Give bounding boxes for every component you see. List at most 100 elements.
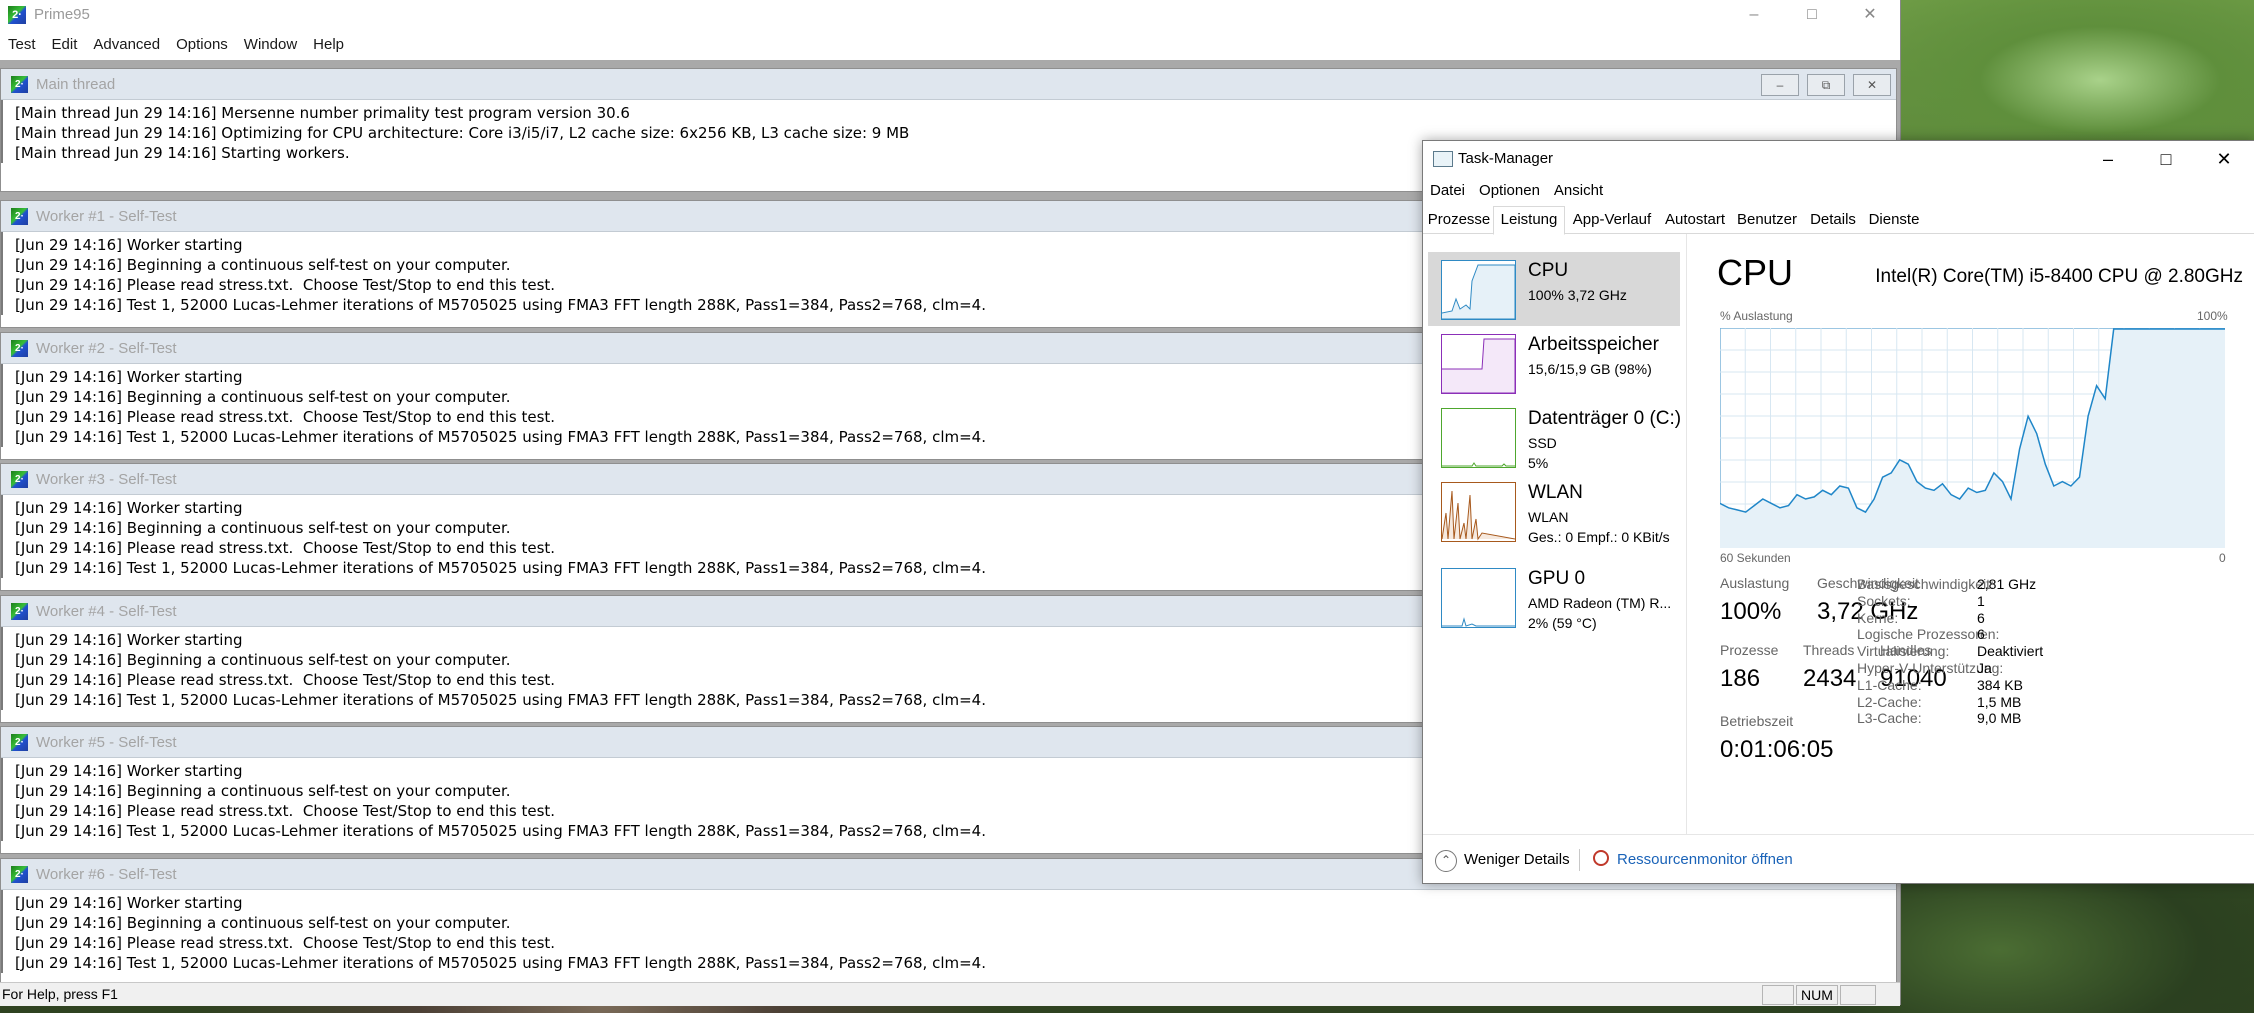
- detail-key: L3-Cache:: [1857, 710, 1922, 727]
- menu-window[interactable]: Window: [236, 30, 305, 60]
- open-resource-monitor-link[interactable]: Ressourcenmonitor öffnen: [1617, 851, 1793, 868]
- main-thread-titlebar[interactable]: 2· Main thread – ⧉ ✕: [1, 69, 1896, 100]
- child-restore-button[interactable]: ⧉: [1807, 74, 1845, 96]
- task-manager-window: Task-Manager – □ ✕ Datei Optionen Ansicht …: [1422, 140, 2254, 884]
- detail-key: L2-Cache:: [1857, 693, 1922, 710]
- detail-value: 1: [1977, 592, 1985, 609]
- footer-separator: [1579, 849, 1580, 871]
- resource-gpu[interactable]: GPU 0 AMD Radeon (TM) R... 2% (59 °C): [1428, 560, 1680, 634]
- menu-help[interactable]: Help: [305, 30, 352, 60]
- cpu-utilization-graph: [1720, 328, 2225, 548]
- detail-value: 1,5 MB: [1977, 693, 2022, 710]
- tab-app-verlauf[interactable]: App-Verlauf: [1565, 207, 1659, 232]
- tab-dienste[interactable]: Dienste: [1863, 207, 1925, 232]
- cpu-heading: CPU: [1717, 252, 1794, 293]
- resource-sub2: Ges.: 0 Empf.: 0 KBit/s: [1528, 529, 1670, 545]
- resource-monitor-icon[interactable]: [1593, 850, 1609, 866]
- menu-ansicht[interactable]: Ansicht: [1547, 177, 1610, 205]
- prime95-menubar: Test Edit Advanced Options Window Help: [0, 30, 1900, 61]
- prime95-title: Prime95: [34, 6, 90, 23]
- stat-value-auslastung: 100%: [1720, 598, 1782, 625]
- child-close-button[interactable]: ✕: [1853, 74, 1891, 96]
- resource-memory[interactable]: Arbeitsspeicher 15,6/15,9 GB (98%): [1428, 326, 1680, 400]
- graph-label-zero: 0: [2219, 551, 2226, 565]
- tm-maximize-button[interactable]: □: [2137, 141, 2195, 177]
- close-button[interactable]: ✕: [1841, 0, 1899, 30]
- menu-optionen[interactable]: Optionen: [1472, 177, 1547, 205]
- detail-value: 6: [1977, 626, 1985, 643]
- log-line: [Main thread Jun 29 14:16] Mersenne numb…: [15, 104, 630, 122]
- prime95-child-icon: 2·: [11, 208, 28, 225]
- detail-value: 9,0 MB: [1977, 710, 2022, 727]
- child-minimize-button[interactable]: –: [1761, 74, 1799, 96]
- task-manager-titlebar[interactable]: Task-Manager – □ ✕: [1423, 141, 2254, 177]
- stat-label-auslastung: Auslastung: [1720, 575, 1790, 591]
- tm-minimize-button[interactable]: –: [2079, 141, 2137, 177]
- resource-sub: AMD Radeon (TM) R...: [1528, 595, 1672, 611]
- resource-sub: SSD: [1528, 435, 1557, 451]
- tab-leistung[interactable]: Leistung: [1493, 206, 1565, 235]
- resource-disk[interactable]: Datenträger 0 (C:) SSD 5%: [1428, 400, 1682, 474]
- resource-sub: 100% 3,72 GHz: [1528, 287, 1627, 303]
- tab-prozesse[interactable]: Prozesse: [1426, 207, 1492, 232]
- graph-label-utilization: % Auslastung: [1720, 309, 1793, 323]
- detail-value: Ja: [1977, 660, 1992, 676]
- wlan-thumbnail-graph: [1441, 482, 1516, 542]
- resource-name: Datenträger 0 (C:): [1528, 408, 1682, 429]
- menu-datei[interactable]: Datei: [1423, 177, 1472, 205]
- tm-footer: ⌃ Weniger Details Ressourcenmonitor öffn…: [1423, 834, 2254, 883]
- menu-options[interactable]: Options: [168, 30, 236, 60]
- detail-value: 384 KB: [1977, 676, 2023, 693]
- prime95-child-icon: 2·: [11, 603, 28, 620]
- resource-sub2: 5%: [1528, 455, 1549, 471]
- tm-close-button[interactable]: ✕: [2195, 141, 2253, 177]
- stat-value-threads: 2434: [1803, 665, 1857, 692]
- stat-value-betriebszeit: 0:01:06:05: [1720, 736, 1834, 763]
- disk-thumbnail-graph: [1441, 408, 1516, 468]
- worker-title: Worker #3 - Self-Test: [36, 471, 177, 488]
- detail-value: 2,81 GHz: [1977, 576, 2037, 592]
- prime95-app-icon: 2·: [8, 6, 26, 24]
- task-manager-title: Task-Manager: [1458, 150, 1554, 167]
- minimize-button[interactable]: –: [1725, 0, 1783, 30]
- tab-autostart[interactable]: Autostart: [1659, 207, 1731, 232]
- resource-cpu[interactable]: CPU 100% 3,72 GHz: [1428, 252, 1680, 326]
- worker-title: Worker #1 - Self-Test: [36, 208, 177, 225]
- log-line: [Jun 29 14:16] Please read stress.txt. C…: [15, 934, 556, 952]
- graph-label-max: 100%: [2197, 309, 2228, 323]
- log-line: [Jun 29 14:16] Test 1, 52000 Lucas-Lehme…: [15, 954, 986, 972]
- graph-label-time: 60 Sekunden: [1720, 551, 1791, 565]
- worker-title: Worker #6 - Self-Test: [36, 866, 177, 883]
- worker-title: Worker #2 - Self-Test: [36, 340, 177, 357]
- resource-name: Arbeitsspeicher: [1528, 334, 1659, 355]
- prime95-child-icon: 2·: [11, 866, 28, 883]
- detail-key: Basisgeschwindigkeit:: [1857, 576, 1994, 592]
- stat-label-betriebszeit: Betriebszeit: [1720, 713, 1794, 729]
- resource-name: WLAN: [1528, 482, 1583, 503]
- tm-tab-strip: Prozesse Leistung App-Verlauf Autostart …: [1423, 205, 2254, 235]
- cpu-performance-panel: CPU Intel(R) Core(TM) i5-8400 CPU @ 2.80…: [1687, 234, 2254, 834]
- prime95-titlebar[interactable]: 2· Prime95 – □ ✕: [0, 0, 1900, 30]
- log-line: [Jun 29 14:16] Worker starting: [15, 894, 243, 912]
- prime95-statusbar: For Help, press F1 NUM: [0, 982, 1900, 1006]
- menu-test[interactable]: Test: [0, 30, 44, 60]
- main-thread-title: Main thread: [36, 76, 116, 93]
- prime95-child-icon: 2·: [11, 340, 28, 357]
- resource-sub: WLAN: [1528, 509, 1569, 525]
- stat-label-threads: Threads: [1803, 642, 1855, 658]
- resource-list: CPU 100% 3,72 GHz Arbeitsspeicher 15,6/1…: [1423, 234, 1687, 834]
- log-line: [Jun 29 14:16] Beginning a continuous se…: [15, 914, 511, 932]
- detail-key: Sockets:: [1857, 592, 1911, 609]
- resource-wlan[interactable]: WLAN WLAN Ges.: 0 Empf.: 0 KBit/s: [1428, 474, 1680, 548]
- resource-name: GPU 0: [1528, 568, 1586, 589]
- tab-benutzer[interactable]: Benutzer: [1731, 207, 1803, 232]
- fewer-details-link[interactable]: Weniger Details: [1464, 851, 1570, 868]
- menu-advanced[interactable]: Advanced: [85, 30, 168, 60]
- menu-edit[interactable]: Edit: [44, 30, 86, 60]
- chevron-up-icon[interactable]: ⌃: [1435, 850, 1457, 872]
- resource-name: CPU: [1528, 260, 1569, 281]
- prime95-child-icon: 2·: [11, 76, 28, 93]
- maximize-button[interactable]: □: [1783, 0, 1841, 30]
- tab-details[interactable]: Details: [1803, 207, 1863, 232]
- task-manager-app-icon: [1433, 151, 1453, 167]
